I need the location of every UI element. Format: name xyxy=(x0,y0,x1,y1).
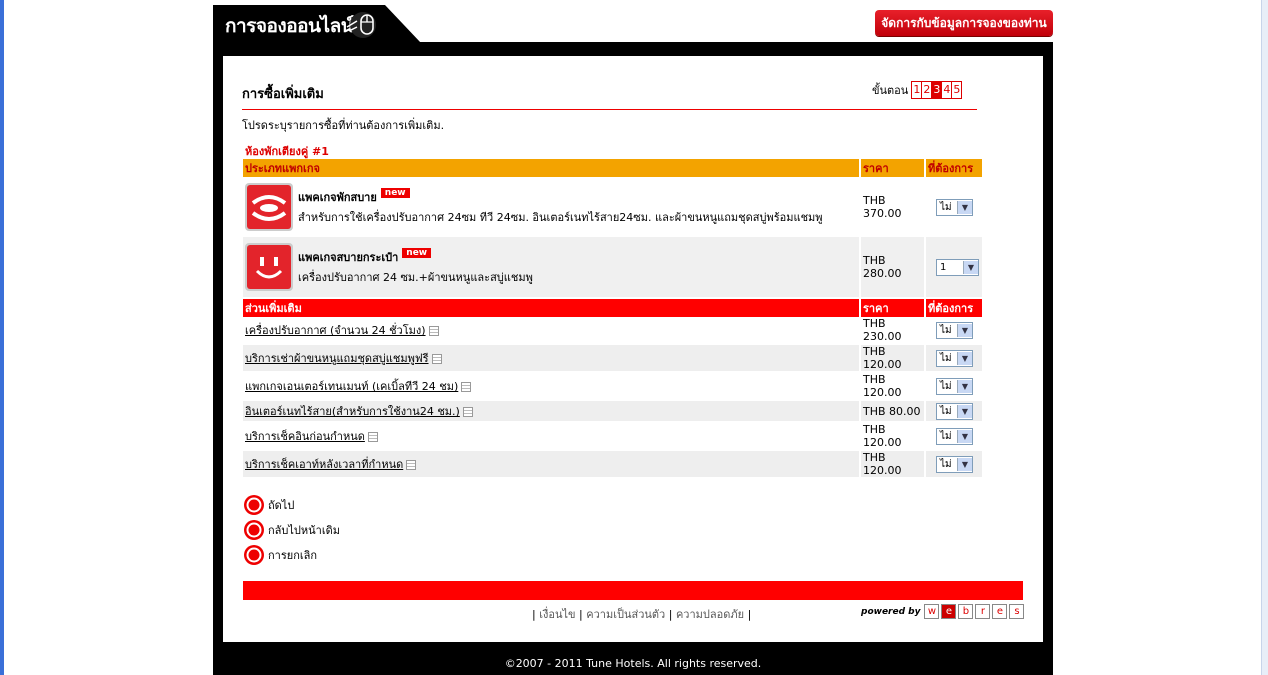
addon-link[interactable]: บริการเช่าผ้าขนหนูแถมชุดสบู่แชมพูฟรี xyxy=(245,352,429,365)
footer-red-bar xyxy=(243,581,1023,600)
addon-quantity-select[interactable]: ไม่ ▼ xyxy=(936,427,973,445)
header-bar xyxy=(213,42,1053,56)
content-area: การซื้อเพิ่มเติม ขั้นตอน 1 2 3 4 5 โปรดร… xyxy=(223,56,1043,642)
info-icon[interactable] xyxy=(462,407,473,417)
addon-link[interactable]: อินเตอร์เนทไร้สาย(สำหรับการใช้งาน24 ชม.) xyxy=(245,405,460,418)
addon-header-row: ส่วนเพิ่มเติม ราคา ที่ต้องการ xyxy=(243,299,984,317)
mouse-icon xyxy=(346,12,376,38)
addon-quantity-select[interactable]: ไม่ ▼ xyxy=(936,402,973,420)
addon-price: THB 120.00 xyxy=(863,373,902,399)
package-row: แพคเกจพักสบาย new สำหรับการใช้เครื่องปรับ… xyxy=(243,177,984,237)
window-edge-left xyxy=(0,0,4,675)
frame-right xyxy=(1043,56,1053,642)
footer-bar: ©2007 - 2011 Tune Hotels. All rights res… xyxy=(213,642,1053,675)
security-link[interactable]: ความปลอดภัย xyxy=(676,608,744,621)
back-button[interactable]: กลับไปหน้าเดิม xyxy=(243,517,340,542)
room-label: ห้องพักเตียงคู่ #1 xyxy=(245,145,329,158)
addon-price: THB 120.00 xyxy=(863,423,902,449)
heading-divider xyxy=(242,109,977,110)
info-icon[interactable] xyxy=(367,432,378,442)
cancel-button[interactable]: การยกเลิก xyxy=(243,542,340,567)
powered-by-logo[interactable]: powered by w e b r e s xyxy=(861,604,1026,619)
addon-row: บริการเช็คเอาท์หลังเวลาที่กำหนด THB 120.… xyxy=(243,450,984,479)
radio-bullet-icon xyxy=(244,519,264,540)
package-table: ประเภทแพกเกจ ราคา ที่ต้องการ แพคเกจพักสบ… xyxy=(243,159,984,297)
package-quantity-select[interactable]: ไม่ ▼ xyxy=(936,198,973,216)
addon-row: บริการเช็คอินก่อนกำหนด THB 120.00 ไม่ ▼ xyxy=(243,422,984,451)
info-icon[interactable] xyxy=(428,326,439,336)
addon-quantity-select[interactable]: ไม่ ▼ xyxy=(936,377,973,395)
radio-bullet-icon xyxy=(244,494,264,515)
addon-link[interactable]: เครื่องปรับอากาศ (จำนวน 24 ชั่วโมง) xyxy=(245,324,426,337)
frame-left xyxy=(213,56,223,642)
addon-type-header: ส่วนเพิ่มเติม xyxy=(243,299,861,317)
addon-quantity-select[interactable]: ไม่ ▼ xyxy=(936,321,973,339)
copyright-text: ©2007 - 2011 Tune Hotels. All rights res… xyxy=(504,657,762,670)
radio-bullet-icon xyxy=(244,544,264,565)
price-header: ราคา xyxy=(860,159,926,177)
package-quantity-select[interactable]: 1 ▼ xyxy=(936,258,979,276)
addon-row: แพกเกจเอนเตอร์เทนเมนท์ (เคเบิ้ลทีวี 24 ช… xyxy=(243,372,984,401)
header-title: การจองออนไลน์ xyxy=(225,15,354,37)
package-price: THB 280.00 xyxy=(863,254,902,280)
info-icon[interactable] xyxy=(431,354,442,364)
package-description: สำหรับการใช้เครื่องปรับอากาศ 24ซม ทีวี 2… xyxy=(298,211,823,224)
step-5: 5 xyxy=(951,81,963,99)
steps-label: ขั้นตอน xyxy=(872,84,909,97)
addon-table: ส่วนเพิ่มเติม ราคา ที่ต้องการ เครื่องปรั… xyxy=(243,299,984,479)
addon-price: THB 120.00 xyxy=(863,345,902,371)
package-description: เครื่องปรับอากาศ 24 ซม.+ผ้าขนหนูและสบู่แ… xyxy=(298,271,533,284)
chevron-down-icon[interactable]: ▼ xyxy=(957,429,972,443)
addon-link[interactable]: แพกเกจเอนเตอร์เทนเมนท์ (เคเบิ้ลทีวี 24 ช… xyxy=(245,380,458,393)
terms-link[interactable]: เงื่อนไข xyxy=(539,608,575,621)
package-type-header: ประเภทแพกเกจ xyxy=(243,159,861,177)
manage-booking-button[interactable]: จัดการกับข้อมูลการจองของท่าน xyxy=(875,10,1053,36)
addon-row: บริการเช่าผ้าขนหนูแถมชุดสบู่แชมพูฟรี THB… xyxy=(243,344,984,373)
addon-price: THB 80.00 xyxy=(863,404,921,418)
addon-price: THB 230.00 xyxy=(863,317,902,343)
addon-quantity-select[interactable]: ไม่ ▼ xyxy=(936,455,973,473)
info-icon[interactable] xyxy=(461,382,472,392)
package-name: แพคเกจพักสบาย xyxy=(298,191,377,204)
privacy-link[interactable]: ความเป็นส่วนตัว xyxy=(586,608,665,621)
addon-link[interactable]: บริการเช็คอินก่อนกำหนด xyxy=(245,430,365,443)
smiley-package-icon xyxy=(245,243,293,291)
package-header-row: ประเภทแพกเกจ ราคา ที่ต้องการ xyxy=(243,159,984,177)
footer-links: | เงื่อนไข | ความเป็นส่วนตัว | ความปลอดภ… xyxy=(532,608,752,621)
chevron-down-icon[interactable]: ▼ xyxy=(957,351,972,365)
booking-frame: การจองออนไลน์ จัดการกับข้อมูลการจองของท่… xyxy=(213,0,1053,675)
addon-link[interactable]: บริการเช็คเอาท์หลังเวลาที่กำหนด xyxy=(245,458,403,471)
addon-quantity-select[interactable]: ไม่ ▼ xyxy=(936,349,973,367)
addon-price: THB 120.00 xyxy=(863,451,902,477)
chevron-down-icon[interactable]: ▼ xyxy=(957,323,972,337)
navigation-links: ถัดไป กลับไปหน้าเดิม การยกเลิก xyxy=(243,492,340,567)
window-scrollbar[interactable] xyxy=(1261,0,1268,675)
chevron-down-icon[interactable]: ▼ xyxy=(957,404,972,418)
new-badge: new xyxy=(402,248,432,258)
price-header: ราคา xyxy=(860,299,926,317)
package-name: แพคเกจสบายกระเป๋า xyxy=(298,251,399,264)
chevron-down-icon[interactable]: ▼ xyxy=(963,260,978,274)
next-button[interactable]: ถัดไป xyxy=(243,492,340,517)
instruction-text: โปรดระบุรายการซื้อที่ท่านต้องการเพิ่มเติ… xyxy=(242,119,445,132)
quantity-header: ที่ต้องการ xyxy=(925,159,984,177)
addon-row: เครื่องปรับอากาศ (จำนวน 24 ชั่วโมง) THB … xyxy=(243,317,984,345)
comfort-package-icon xyxy=(245,183,293,231)
quantity-header: ที่ต้องการ xyxy=(925,299,984,317)
step-indicator: ขั้นตอน 1 2 3 4 5 xyxy=(872,81,963,99)
package-row: แพคเกจสบายกระเป๋า new เครื่องปรับอากาศ 24… xyxy=(243,237,984,297)
page-title: การซื้อเพิ่มเติม xyxy=(242,87,324,102)
package-price: THB 370.00 xyxy=(863,194,902,220)
chevron-down-icon[interactable]: ▼ xyxy=(957,379,972,393)
addon-row: อินเตอร์เนทไร้สาย(สำหรับการใช้งาน24 ชม.)… xyxy=(243,400,984,423)
chevron-down-icon[interactable]: ▼ xyxy=(957,200,972,214)
chevron-down-icon[interactable]: ▼ xyxy=(957,457,972,471)
info-icon[interactable] xyxy=(406,460,417,470)
new-badge: new xyxy=(380,188,410,198)
header-tab: การจองออนไลน์ xyxy=(213,5,421,43)
